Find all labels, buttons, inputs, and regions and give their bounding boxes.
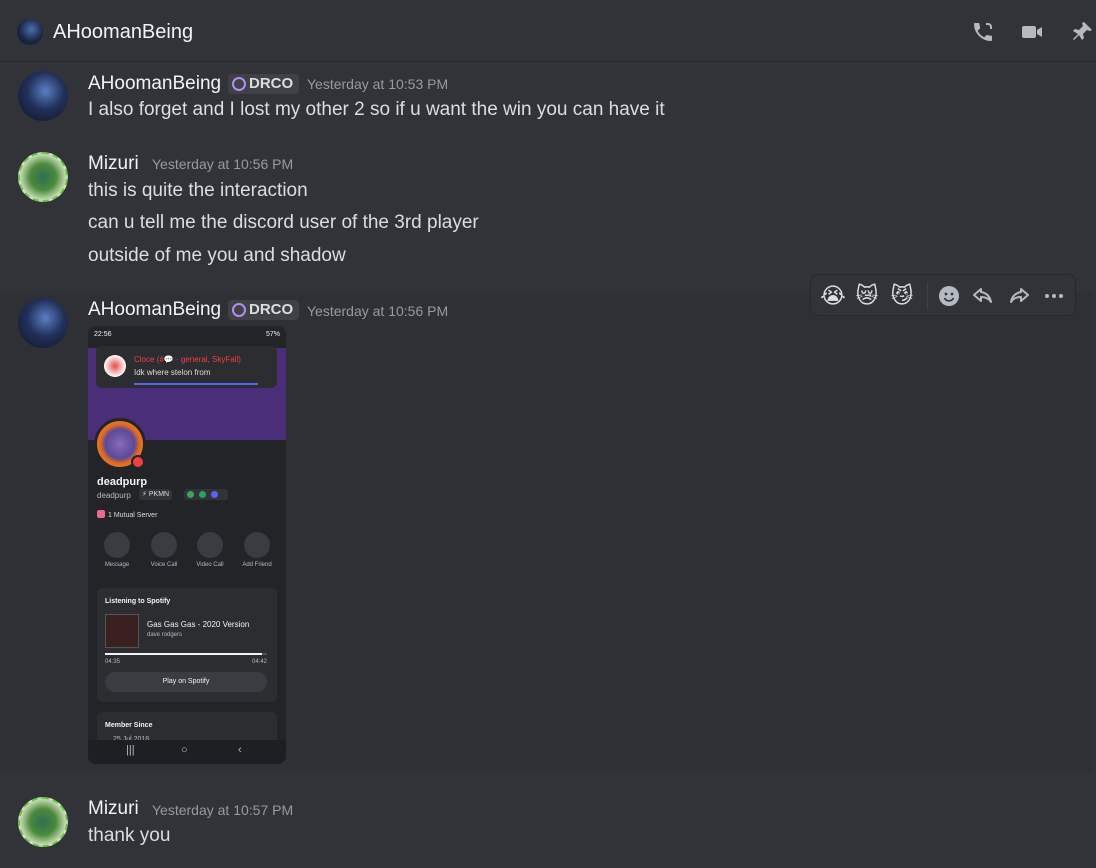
- video-icon: [197, 532, 223, 558]
- time-elapsed: 04:35: [105, 659, 121, 665]
- dm-header: AHoomanBeing: [0, 0, 1096, 62]
- moon-icon: [232, 77, 246, 91]
- pin-icon[interactable]: [1070, 20, 1094, 44]
- add-friend-icon: [244, 532, 270, 558]
- avatar[interactable]: [18, 797, 68, 847]
- author-name[interactable]: AHoomanBeing: [88, 72, 221, 96]
- album-art: [105, 614, 139, 648]
- message-text: I also forget and I lost my other 2 so i…: [88, 99, 665, 120]
- badge-icon: [187, 491, 194, 498]
- song-title: Gas Gas Gas - 2020 Version: [147, 620, 250, 629]
- spotify-card: Listening to Spotify Gas Gas Gas - 2020 …: [97, 588, 277, 702]
- time-total: 04:42: [251, 659, 267, 665]
- song-progress-fill: [105, 653, 263, 655]
- author-name[interactable]: Mizuri: [88, 152, 139, 176]
- message-text: this is quite the interaction: [88, 180, 308, 201]
- spotify-label: Listening to Spotify: [105, 598, 171, 605]
- profile-action-message: Message: [97, 532, 137, 568]
- reaction-loudly-crying[interactable]: 😭: [819, 282, 847, 310]
- phone-status-bar: 22:56 57%: [94, 331, 280, 338]
- notification-progress: [134, 383, 258, 385]
- reaction-crying-cat[interactable]: 😿: [853, 282, 881, 310]
- profile-action-voice: Voice Call: [144, 532, 184, 568]
- server-icon: [97, 510, 105, 518]
- moon-icon: [232, 303, 246, 317]
- author-name[interactable]: Mizuri: [88, 797, 139, 821]
- notification-popup: Cloce (#💬 · general, SkyFall) Idk where …: [96, 346, 277, 388]
- add-reaction-icon[interactable]: [935, 282, 963, 310]
- back-icon: ‹: [238, 744, 242, 756]
- timestamp: Yesterday at 10:56 PM: [152, 156, 294, 172]
- reply-icon[interactable]: [969, 282, 997, 310]
- more-icon[interactable]: [1040, 282, 1068, 310]
- mutual-servers: 1 Mutual Server: [97, 510, 157, 519]
- dm-title[interactable]: AHoomanBeing: [53, 20, 193, 44]
- dm-avatar[interactable]: [17, 19, 43, 45]
- message-text: can u tell me the discord user of the 3r…: [88, 212, 479, 233]
- profile-name: deadpurp: [97, 476, 148, 488]
- notification-title: Cloce (#💬 · general, SkyFall): [134, 355, 241, 364]
- home-icon: ○: [181, 744, 188, 756]
- avatar[interactable]: [18, 152, 68, 202]
- badge-icon: [211, 491, 218, 498]
- image-attachment[interactable]: 22:56 57% Cloce (#💬 · general, SkyFall) …: [88, 326, 286, 764]
- song-progress: [105, 653, 267, 655]
- avatar[interactable]: [18, 298, 68, 348]
- dnd-status-icon: [131, 455, 145, 469]
- badge-icon: [199, 491, 206, 498]
- avatar[interactable]: [18, 71, 68, 121]
- song-artist: dave rodgers: [147, 632, 183, 638]
- phone-icon: [151, 532, 177, 558]
- profile-action-video: Video Call: [190, 532, 230, 568]
- reaction-smirk-cat[interactable]: 😼: [888, 282, 916, 310]
- play-on-spotify: Play on Spotify: [105, 672, 267, 692]
- member-since-label: Member Since: [105, 722, 153, 729]
- recents-icon: |||: [126, 744, 135, 756]
- timestamp: Yesterday at 10:57 PM: [152, 802, 294, 818]
- notification-body: Idk where stelon from: [134, 368, 211, 377]
- phone-nav-bar: ||| ○ ‹: [88, 740, 286, 764]
- toolbar-divider: [927, 283, 928, 309]
- guild-tag[interactable]: DRCO: [228, 300, 300, 320]
- timestamp: Yesterday at 10:53 PM: [307, 76, 449, 92]
- profile-avatar: [94, 418, 146, 470]
- forward-icon[interactable]: [1005, 282, 1033, 310]
- notification-avatar: [104, 355, 126, 377]
- message-text: outside of me you and shadow: [88, 245, 346, 266]
- video-call-icon[interactable]: [1020, 20, 1044, 44]
- profile-badges: [184, 489, 228, 500]
- message-icon: [104, 532, 130, 558]
- author-name[interactable]: AHoomanBeing: [88, 298, 221, 322]
- phone-call-icon[interactable]: [971, 20, 995, 44]
- profile-tag: ⚡ PKMN: [139, 489, 173, 500]
- profile-username: deadpurp: [97, 491, 131, 500]
- timestamp: Yesterday at 10:56 PM: [307, 303, 449, 319]
- profile-action-add-friend: Add Friend: [237, 532, 277, 568]
- guild-tag[interactable]: DRCO: [228, 74, 300, 94]
- message-toolbar: 😭 😿 😼: [810, 274, 1076, 316]
- message-text: thank you: [88, 825, 171, 846]
